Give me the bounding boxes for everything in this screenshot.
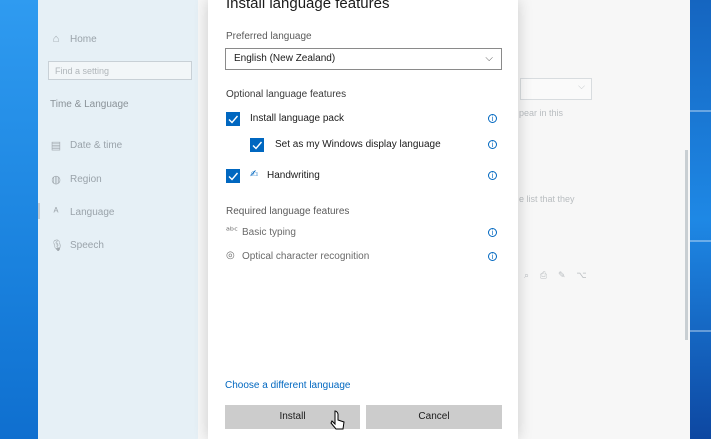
dialog-title: Install language features xyxy=(226,0,390,12)
set-display-language-checkbox[interactable] xyxy=(250,138,264,152)
desktop-wallpaper-right xyxy=(690,0,711,439)
cancel-button[interactable]: Cancel xyxy=(366,405,502,429)
install-language-features-dialog: Install language features Preferred lang… xyxy=(208,0,518,439)
chevron-down-icon: ⌵ xyxy=(485,53,493,64)
ocr-label: Optical character recognition xyxy=(242,251,370,262)
selected-indicator xyxy=(38,203,40,219)
sidebar-item-label: Region xyxy=(70,174,102,185)
sidebar-item-date-time[interactable]: ▤ Date & time xyxy=(50,139,122,152)
preferred-language-label: Preferred language xyxy=(226,31,312,42)
sidebar-item-language[interactable]: ᴬ Language xyxy=(50,206,115,218)
info-icon[interactable]: i xyxy=(488,228,497,237)
background-scrollbar[interactable] xyxy=(685,150,688,340)
find-setting-input[interactable]: Find a setting xyxy=(48,61,192,80)
handwriting-checkbox[interactable] xyxy=(226,169,240,183)
calendar-clock-icon: ▤ xyxy=(50,140,62,152)
info-icon[interactable]: i xyxy=(488,171,497,180)
optional-features-label: Optional language features xyxy=(226,89,347,100)
sidebar-item-label: Date & time xyxy=(70,140,123,151)
sidebar-item-speech[interactable]: 🎙︎ Speech xyxy=(50,239,104,252)
sidebar-item-label: Language xyxy=(70,206,115,218)
basic-typing-label: Basic typing xyxy=(242,227,296,238)
info-icon[interactable]: i xyxy=(488,140,497,149)
language-icon: ᴬ xyxy=(53,206,59,218)
handwriting-icon: ✍ xyxy=(250,169,259,180)
background-text: pear in this xyxy=(519,108,564,118)
background-text: e list that they xyxy=(519,194,575,204)
info-icon[interactable]: i xyxy=(488,252,497,261)
ocr-icon: ◎ xyxy=(226,250,235,261)
settings-sidebar: ⌂ Home Find a setting Time & Language ▤ … xyxy=(38,0,198,439)
set-display-language-label: Set as my Windows display language xyxy=(275,139,441,150)
handwriting-label: Handwriting xyxy=(267,170,320,181)
mouse-cursor-icon xyxy=(330,410,345,430)
feature-icons-row: ⌕ ⎙ ✎ ⌥ xyxy=(524,271,591,281)
background-dropdown xyxy=(520,78,592,100)
sidebar-home[interactable]: ⌂ Home xyxy=(50,33,97,45)
microphone-icon: 🎙︎ xyxy=(50,240,64,252)
info-icon[interactable]: i xyxy=(488,114,497,123)
keyboard-typing-icon: ᵃᵇᶜ xyxy=(226,226,238,237)
sidebar-section-title: Time & Language xyxy=(50,99,129,110)
globe-icon: ◍ xyxy=(51,174,61,186)
required-features-label: Required language features xyxy=(226,206,350,217)
preferred-language-value: English (New Zealand) xyxy=(234,53,336,64)
sidebar-item-region[interactable]: ◍ Region xyxy=(50,173,102,186)
home-icon: ⌂ xyxy=(52,33,60,45)
preferred-language-dropdown[interactable]: English (New Zealand) ⌵ xyxy=(225,48,502,70)
sidebar-home-label: Home xyxy=(70,33,97,45)
install-language-pack-checkbox[interactable] xyxy=(226,112,240,126)
install-language-pack-label: Install language pack xyxy=(250,113,344,124)
desktop-wallpaper-left xyxy=(0,0,38,439)
choose-different-language-link[interactable]: Choose a different language xyxy=(225,380,350,391)
sidebar-item-label: Speech xyxy=(70,240,104,251)
